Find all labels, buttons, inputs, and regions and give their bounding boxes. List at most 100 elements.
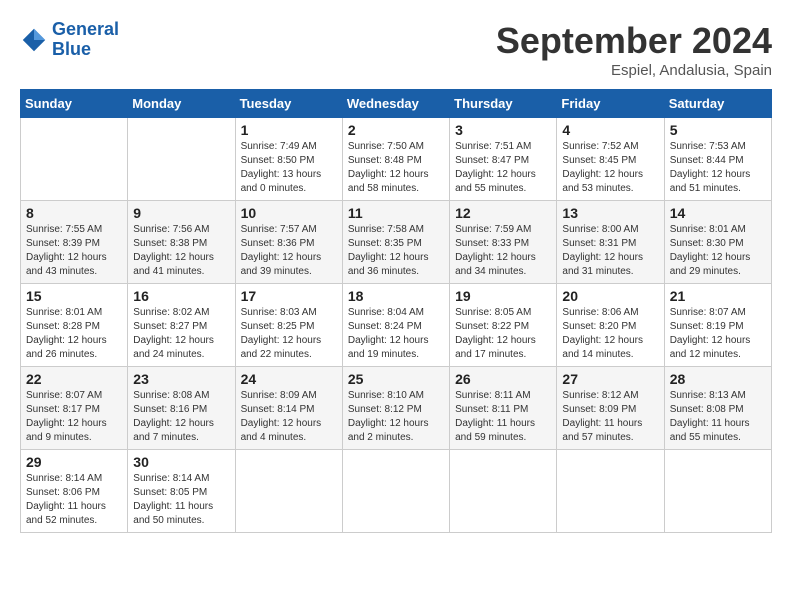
day-info: Sunrise: 8:03 AM Sunset: 8:25 PM Dayligh… xyxy=(241,306,337,362)
day-info: Sunrise: 8:00 AM Sunset: 8:31 PM Dayligh… xyxy=(562,223,658,279)
day-info: Sunrise: 8:07 AM Sunset: 8:17 PM Dayligh… xyxy=(26,389,122,445)
calendar-day-cell: 12 Sunrise: 7:59 AM Sunset: 8:33 PM Dayl… xyxy=(450,201,557,284)
day-info: Sunrise: 8:14 AM Sunset: 8:06 PM Dayligh… xyxy=(26,472,122,528)
day-number: 3 xyxy=(455,122,551,138)
calendar-day-cell: 24 Sunrise: 8:09 AM Sunset: 8:14 PM Dayl… xyxy=(235,367,342,450)
day-info: Sunrise: 8:12 AM Sunset: 8:09 PM Dayligh… xyxy=(562,389,658,445)
calendar-day-cell: 18 Sunrise: 8:04 AM Sunset: 8:24 PM Dayl… xyxy=(342,284,449,367)
day-info: Sunrise: 8:11 AM Sunset: 8:11 PM Dayligh… xyxy=(455,389,551,445)
day-number: 20 xyxy=(562,288,658,304)
day-info: Sunrise: 7:56 AM Sunset: 8:38 PM Dayligh… xyxy=(133,223,229,279)
calendar-day-cell: 17 Sunrise: 8:03 AM Sunset: 8:25 PM Dayl… xyxy=(235,284,342,367)
calendar-day-cell: 11 Sunrise: 7:58 AM Sunset: 8:35 PM Dayl… xyxy=(342,201,449,284)
calendar-day-cell xyxy=(21,118,128,201)
location-subtitle: Espiel, Andalusia, Spain xyxy=(496,62,772,79)
calendar-day-cell: 2 Sunrise: 7:50 AM Sunset: 8:48 PM Dayli… xyxy=(342,118,449,201)
calendar-day-cell xyxy=(557,450,664,533)
day-info: Sunrise: 7:58 AM Sunset: 8:35 PM Dayligh… xyxy=(348,223,444,279)
day-number: 4 xyxy=(562,122,658,138)
day-number: 27 xyxy=(562,371,658,387)
calendar-day-cell: 27 Sunrise: 8:12 AM Sunset: 8:09 PM Dayl… xyxy=(557,367,664,450)
day-info: Sunrise: 7:55 AM Sunset: 8:39 PM Dayligh… xyxy=(26,223,122,279)
day-number: 29 xyxy=(26,454,122,470)
day-number: 22 xyxy=(26,371,122,387)
month-title: September 2024 xyxy=(496,20,772,62)
day-info: Sunrise: 8:08 AM Sunset: 8:16 PM Dayligh… xyxy=(133,389,229,445)
day-number: 10 xyxy=(241,205,337,221)
calendar-week-row: 1 Sunrise: 7:49 AM Sunset: 8:50 PM Dayli… xyxy=(21,118,772,201)
day-number: 17 xyxy=(241,288,337,304)
day-info: Sunrise: 8:01 AM Sunset: 8:28 PM Dayligh… xyxy=(26,306,122,362)
calendar-day-cell: 9 Sunrise: 7:56 AM Sunset: 8:38 PM Dayli… xyxy=(128,201,235,284)
calendar-table: SundayMondayTuesdayWednesdayThursdayFrid… xyxy=(20,89,772,533)
day-info: Sunrise: 8:13 AM Sunset: 8:08 PM Dayligh… xyxy=(670,389,766,445)
day-number: 25 xyxy=(348,371,444,387)
day-number: 23 xyxy=(133,371,229,387)
calendar-day-cell: 1 Sunrise: 7:49 AM Sunset: 8:50 PM Dayli… xyxy=(235,118,342,201)
day-number: 13 xyxy=(562,205,658,221)
calendar-day-cell: 3 Sunrise: 7:51 AM Sunset: 8:47 PM Dayli… xyxy=(450,118,557,201)
day-info: Sunrise: 8:10 AM Sunset: 8:12 PM Dayligh… xyxy=(348,389,444,445)
weekday-header-cell: Saturday xyxy=(664,90,771,118)
day-info: Sunrise: 7:53 AM Sunset: 8:44 PM Dayligh… xyxy=(670,140,766,196)
calendar-day-cell xyxy=(128,118,235,201)
day-number: 30 xyxy=(133,454,229,470)
weekday-header-cell: Tuesday xyxy=(235,90,342,118)
day-number: 12 xyxy=(455,205,551,221)
calendar-day-cell: 20 Sunrise: 8:06 AM Sunset: 8:20 PM Dayl… xyxy=(557,284,664,367)
calendar-day-cell: 16 Sunrise: 8:02 AM Sunset: 8:27 PM Dayl… xyxy=(128,284,235,367)
calendar-day-cell xyxy=(664,450,771,533)
weekday-header-cell: Thursday xyxy=(450,90,557,118)
day-info: Sunrise: 8:14 AM Sunset: 8:05 PM Dayligh… xyxy=(133,472,229,528)
day-info: Sunrise: 8:09 AM Sunset: 8:14 PM Dayligh… xyxy=(241,389,337,445)
calendar-week-row: 22 Sunrise: 8:07 AM Sunset: 8:17 PM Dayl… xyxy=(21,367,772,450)
calendar-day-cell: 10 Sunrise: 7:57 AM Sunset: 8:36 PM Dayl… xyxy=(235,201,342,284)
day-number: 5 xyxy=(670,122,766,138)
page-header: General Blue September 2024 Espiel, Anda… xyxy=(20,20,772,79)
calendar-day-cell: 19 Sunrise: 8:05 AM Sunset: 8:22 PM Dayl… xyxy=(450,284,557,367)
calendar-week-row: 15 Sunrise: 8:01 AM Sunset: 8:28 PM Dayl… xyxy=(21,284,772,367)
title-block: September 2024 Espiel, Andalusia, Spain xyxy=(496,20,772,79)
calendar-day-cell: 29 Sunrise: 8:14 AM Sunset: 8:06 PM Dayl… xyxy=(21,450,128,533)
day-info: Sunrise: 7:52 AM Sunset: 8:45 PM Dayligh… xyxy=(562,140,658,196)
day-info: Sunrise: 8:05 AM Sunset: 8:22 PM Dayligh… xyxy=(455,306,551,362)
calendar-day-cell: 28 Sunrise: 8:13 AM Sunset: 8:08 PM Dayl… xyxy=(664,367,771,450)
day-number: 15 xyxy=(26,288,122,304)
weekday-header-cell: Wednesday xyxy=(342,90,449,118)
weekday-header-cell: Sunday xyxy=(21,90,128,118)
day-number: 11 xyxy=(348,205,444,221)
logo-icon xyxy=(20,26,48,54)
calendar-day-cell xyxy=(342,450,449,533)
day-info: Sunrise: 8:07 AM Sunset: 8:19 PM Dayligh… xyxy=(670,306,766,362)
calendar-day-cell xyxy=(235,450,342,533)
calendar-day-cell: 8 Sunrise: 7:55 AM Sunset: 8:39 PM Dayli… xyxy=(21,201,128,284)
calendar-day-cell: 14 Sunrise: 8:01 AM Sunset: 8:30 PM Dayl… xyxy=(664,201,771,284)
day-number: 28 xyxy=(670,371,766,387)
day-info: Sunrise: 7:59 AM Sunset: 8:33 PM Dayligh… xyxy=(455,223,551,279)
weekday-header-cell: Friday xyxy=(557,90,664,118)
calendar-week-row: 8 Sunrise: 7:55 AM Sunset: 8:39 PM Dayli… xyxy=(21,201,772,284)
calendar-day-cell: 26 Sunrise: 8:11 AM Sunset: 8:11 PM Dayl… xyxy=(450,367,557,450)
calendar-week-row: 29 Sunrise: 8:14 AM Sunset: 8:06 PM Dayl… xyxy=(21,450,772,533)
day-number: 9 xyxy=(133,205,229,221)
day-number: 2 xyxy=(348,122,444,138)
day-number: 26 xyxy=(455,371,551,387)
day-number: 16 xyxy=(133,288,229,304)
calendar-day-cell xyxy=(450,450,557,533)
logo-text: General Blue xyxy=(52,20,119,60)
calendar-day-cell: 23 Sunrise: 8:08 AM Sunset: 8:16 PM Dayl… xyxy=(128,367,235,450)
day-number: 18 xyxy=(348,288,444,304)
day-number: 14 xyxy=(670,205,766,221)
calendar-day-cell: 4 Sunrise: 7:52 AM Sunset: 8:45 PM Dayli… xyxy=(557,118,664,201)
weekday-header-cell: Monday xyxy=(128,90,235,118)
weekday-header-row: SundayMondayTuesdayWednesdayThursdayFrid… xyxy=(21,90,772,118)
calendar-day-cell: 15 Sunrise: 8:01 AM Sunset: 8:28 PM Dayl… xyxy=(21,284,128,367)
day-number: 1 xyxy=(241,122,337,138)
logo: General Blue xyxy=(20,20,119,60)
day-info: Sunrise: 8:02 AM Sunset: 8:27 PM Dayligh… xyxy=(133,306,229,362)
day-number: 8 xyxy=(26,205,122,221)
calendar-day-cell: 13 Sunrise: 8:00 AM Sunset: 8:31 PM Dayl… xyxy=(557,201,664,284)
day-number: 19 xyxy=(455,288,551,304)
calendar-day-cell: 22 Sunrise: 8:07 AM Sunset: 8:17 PM Dayl… xyxy=(21,367,128,450)
day-info: Sunrise: 8:04 AM Sunset: 8:24 PM Dayligh… xyxy=(348,306,444,362)
